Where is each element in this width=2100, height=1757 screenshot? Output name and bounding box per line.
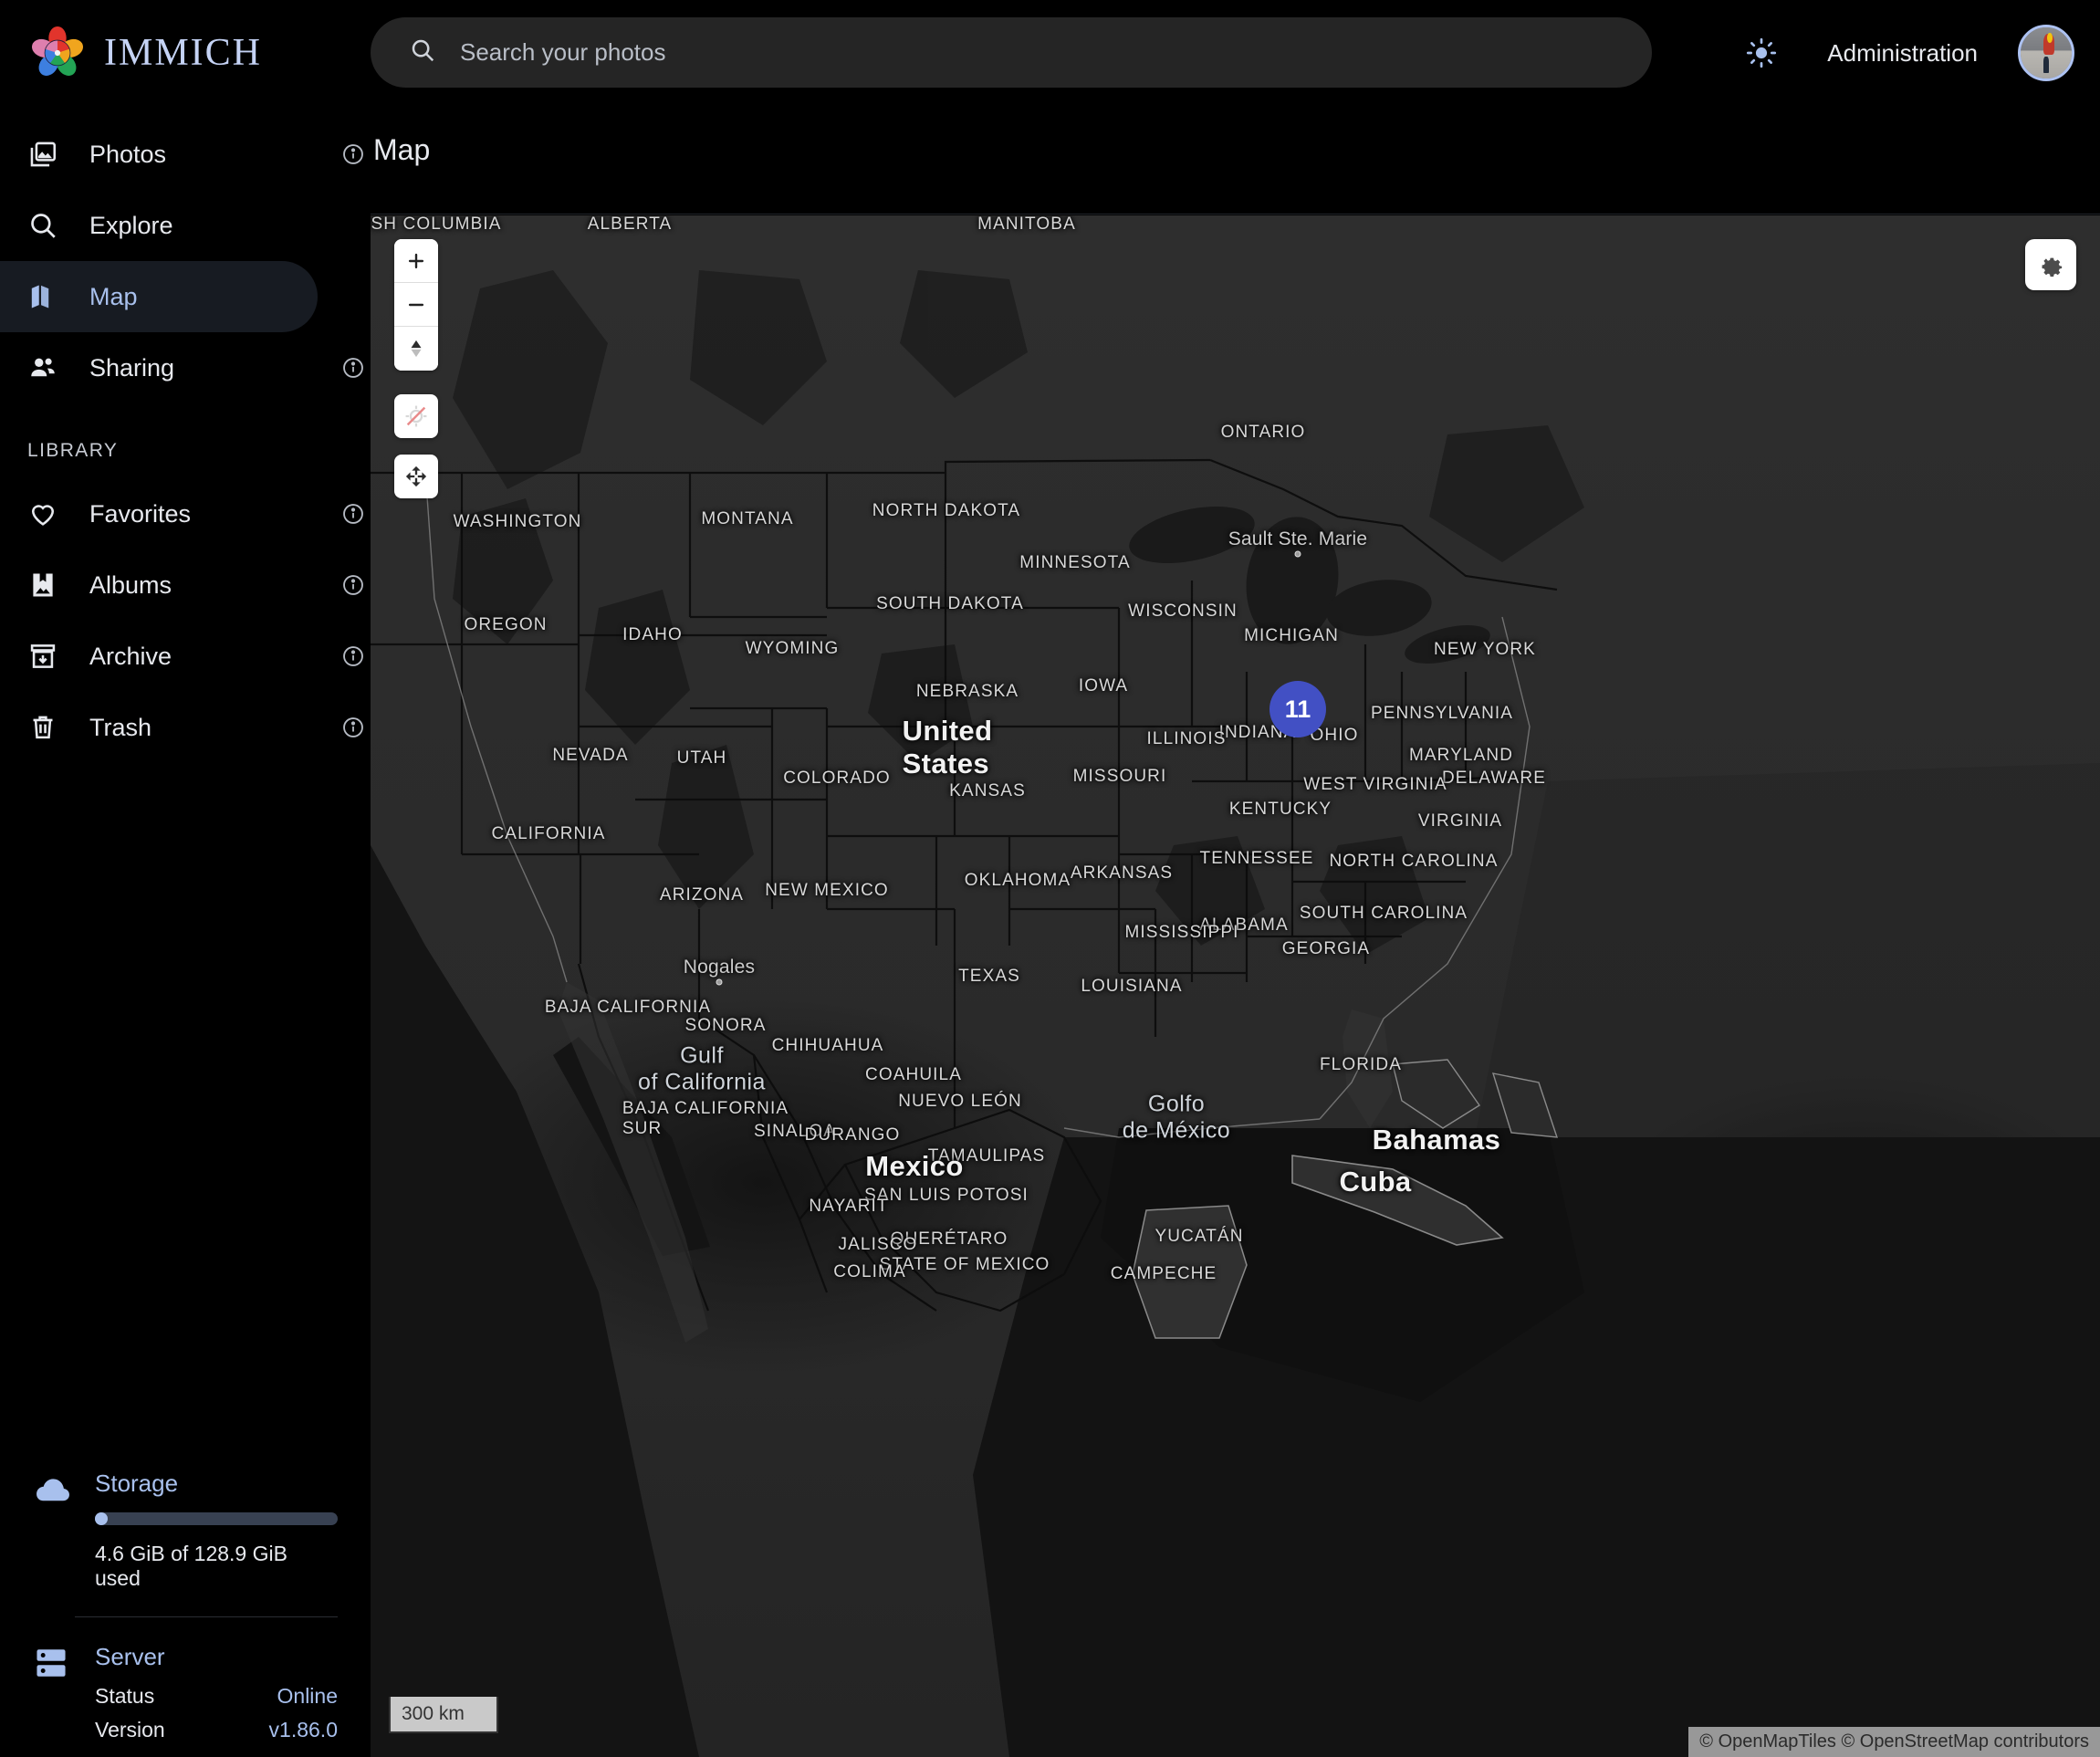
map-scale-bar: 300 km (389, 1697, 498, 1733)
info-icon[interactable] (341, 502, 365, 526)
server-status-label: Status (95, 1684, 155, 1708)
sidebar-item-label: Favorites (89, 499, 192, 528)
server-title: Server (95, 1643, 165, 1670)
cloud-icon (33, 1469, 75, 1507)
sidebar-item-favorites[interactable]: Favorites (0, 478, 363, 549)
search-icon (27, 210, 75, 241)
albums-icon (27, 570, 75, 601)
sidebar-item-label: Explore (89, 211, 173, 239)
server-icon (33, 1643, 75, 1684)
storage-progress-fill (95, 1512, 108, 1525)
info-icon[interactable] (341, 142, 365, 166)
heart-icon (27, 498, 75, 529)
map-zoom-controls[interactable] (394, 239, 438, 371)
page-title: Map (373, 133, 431, 166)
brand-name: IMMICH (104, 32, 263, 74)
immich-app: IMMICH Search your photos Administration… (0, 0, 2100, 1757)
server-version-label: Version (95, 1718, 165, 1741)
compass-icon[interactable] (394, 327, 438, 371)
sidebar-item-label: Sharing (89, 353, 175, 382)
photos-icon (27, 139, 75, 170)
info-icon[interactable] (341, 573, 365, 597)
map-city-dot (1294, 550, 1301, 558)
sidebar-item-albums[interactable]: Albums (0, 549, 363, 621)
sidebar: Photos Explore Map Sharing LIBRARY Favor… (0, 106, 371, 1757)
archive-icon (27, 641, 75, 672)
fullscreen-icon[interactable] (394, 455, 438, 498)
brand[interactable]: IMMICH (29, 25, 358, 81)
info-icon[interactable] (341, 644, 365, 668)
sidebar-item-trash[interactable]: Trash (0, 692, 363, 763)
immich-lens-logo (29, 25, 86, 81)
administration-link[interactable]: Administration (1827, 39, 1978, 68)
search-input[interactable]: Search your photos (460, 38, 665, 67)
server-section: Server Status Online Version v1.86.0 (33, 1643, 338, 1742)
storage-title: Storage (95, 1469, 179, 1497)
header-actions: Administration (1736, 0, 2074, 106)
trash-icon (27, 712, 75, 743)
info-icon[interactable] (341, 716, 365, 739)
sidebar-item-explore[interactable]: Explore (0, 190, 318, 261)
sidebar-item-label: Photos (89, 140, 167, 168)
storage-used-text: 4.6 GiB of 128.9 GiB used (95, 1542, 287, 1590)
sidebar-item-label: Map (89, 282, 138, 310)
sidebar-item-sharing[interactable]: Sharing (0, 332, 363, 403)
map-settings-button[interactable] (2025, 239, 2076, 290)
zoom-out-button[interactable] (394, 283, 438, 327)
sidebar-item-label: Albums (89, 570, 172, 599)
zoom-in-button[interactable] (394, 239, 438, 283)
sharing-icon (27, 352, 75, 383)
map-geometry (371, 270, 2100, 1757)
map-city-dot (716, 978, 723, 986)
server-version-value: v1.86.0 (268, 1718, 338, 1741)
sidebar-footer: Storage 4.6 GiB of 128.9 GiB used Server… (0, 1469, 371, 1742)
sidebar-item-archive[interactable]: Archive (0, 621, 363, 692)
storage-progress-bar (95, 1512, 338, 1525)
sidebar-item-photos[interactable]: Photos (0, 119, 363, 190)
search-bar[interactable]: Search your photos (371, 17, 1652, 88)
server-status-row: Status Online (95, 1684, 338, 1709)
status-badge: Online (277, 1684, 338, 1708)
map-attribution: © OpenMapTiles © OpenStreetMap contribut… (1688, 1727, 2100, 1757)
avatar[interactable] (2018, 25, 2074, 81)
search-icon (409, 37, 436, 68)
sidebar-item-map[interactable]: Map (0, 261, 318, 332)
map-canvas[interactable]: BRITISH COLUMBIAALBERTAMANITOBAONTARIOWA… (371, 215, 2100, 1757)
server-version-row: Version v1.86.0 (95, 1718, 338, 1742)
sidebar-group-label: LIBRARY (27, 440, 119, 461)
sidebar-item-label: Trash (89, 713, 152, 741)
geolocate-disabled-icon[interactable] (394, 394, 438, 438)
map-cluster-marker[interactable]: 11 (1269, 681, 1326, 737)
sun-icon[interactable] (1736, 27, 1787, 78)
sidebar-item-label: Archive (89, 642, 172, 670)
info-icon[interactable] (341, 356, 365, 380)
storage-section[interactable]: Storage 4.6 GiB of 128.9 GiB used (33, 1469, 338, 1591)
app-header: IMMICH Search your photos Administration (0, 0, 2100, 106)
main-content: Map SH COLUMBIA ALBERTA MANITOBA ONTARIO… (371, 106, 2100, 1757)
map-icon (27, 281, 75, 312)
footer-divider (75, 1616, 338, 1617)
